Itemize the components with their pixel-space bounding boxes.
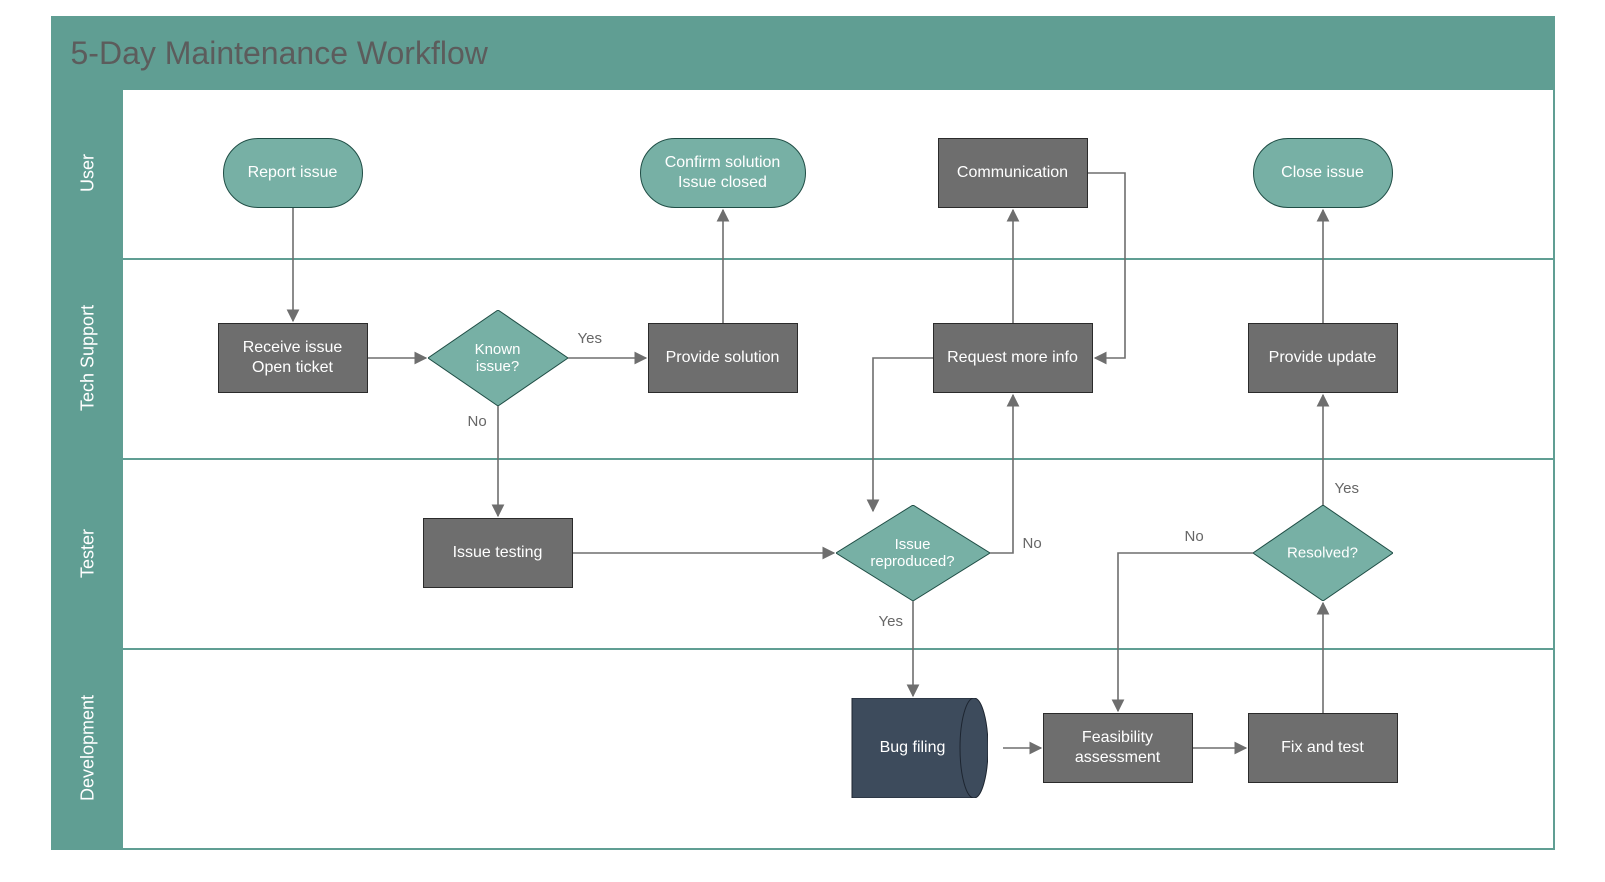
- node-label: Known issue?: [475, 341, 521, 375]
- node-label: Communication: [957, 163, 1068, 183]
- node-provide-solution[interactable]: Provide solution: [648, 323, 798, 393]
- node-label: Issue reproduced?: [870, 536, 954, 570]
- node-label: Receive issue Open ticket: [243, 338, 343, 378]
- lane-label: User: [77, 154, 98, 192]
- node-label-line: Issue closed: [678, 174, 767, 191]
- lane-separator: [53, 88, 1553, 90]
- lane-tech-support: Tech Support: [53, 258, 123, 458]
- edge-label-yes: Yes: [879, 613, 903, 630]
- node-request-more-info[interactable]: Request more info: [933, 323, 1093, 393]
- edge-label-no: No: [1185, 528, 1204, 545]
- lane-label: Tech Support: [77, 305, 98, 411]
- edge-label-yes: Yes: [578, 330, 602, 347]
- node-label: Bug filing: [880, 739, 946, 756]
- lane-development: Development: [53, 648, 123, 848]
- lane-separator: [53, 258, 1553, 260]
- node-label: Issue testing: [453, 543, 543, 563]
- diagram-canvas: 5-Day Maintenance Workflow User Tech Sup…: [51, 16, 1555, 850]
- node-label: Close issue: [1281, 163, 1364, 183]
- node-report-issue[interactable]: Report issue: [223, 138, 363, 208]
- node-label-line: Receive issue: [243, 339, 343, 356]
- node-label: Provide update: [1269, 348, 1377, 368]
- edge-label-no: No: [1023, 535, 1042, 552]
- node-close-issue[interactable]: Close issue: [1253, 138, 1393, 208]
- lane-user: User: [53, 88, 123, 258]
- node-confirm-solution[interactable]: Confirm solution Issue closed: [640, 138, 806, 208]
- node-issue-testing[interactable]: Issue testing: [423, 518, 573, 588]
- node-communication[interactable]: Communication: [938, 138, 1088, 208]
- node-label-line: Confirm solution: [665, 154, 781, 171]
- node-issue-reproduced[interactable]: Issue reproduced?: [836, 505, 990, 601]
- node-provide-update[interactable]: Provide update: [1248, 323, 1398, 393]
- node-label: Provide solution: [666, 348, 780, 368]
- node-label-line: Open ticket: [252, 359, 333, 376]
- node-label: Feasibility assessment: [1054, 728, 1182, 768]
- lane-label: Tester: [77, 528, 98, 577]
- lane-tester: Tester: [53, 458, 123, 648]
- node-label: Confirm solution Issue closed: [665, 153, 781, 193]
- node-bug-filing[interactable]: Bug filing: [838, 698, 988, 798]
- title-bar: 5-Day Maintenance Workflow: [53, 18, 1553, 88]
- node-fix-and-test[interactable]: Fix and test: [1248, 713, 1398, 783]
- node-label: Request more info: [947, 348, 1078, 368]
- page-title: 5-Day Maintenance Workflow: [71, 35, 488, 72]
- node-known-issue[interactable]: Known issue?: [428, 310, 568, 406]
- lane-separator: [53, 648, 1553, 650]
- edge-label-yes: Yes: [1335, 480, 1359, 497]
- node-label: Resolved?: [1287, 545, 1358, 562]
- edge-label-no: No: [468, 413, 487, 430]
- lane-label: Development: [77, 695, 98, 801]
- lane-separator: [53, 458, 1553, 460]
- node-label: Report issue: [248, 163, 338, 183]
- node-feasibility[interactable]: Feasibility assessment: [1043, 713, 1193, 783]
- node-receive-issue[interactable]: Receive issue Open ticket: [218, 323, 368, 393]
- node-label: Fix and test: [1281, 738, 1364, 758]
- node-resolved[interactable]: Resolved?: [1253, 505, 1393, 601]
